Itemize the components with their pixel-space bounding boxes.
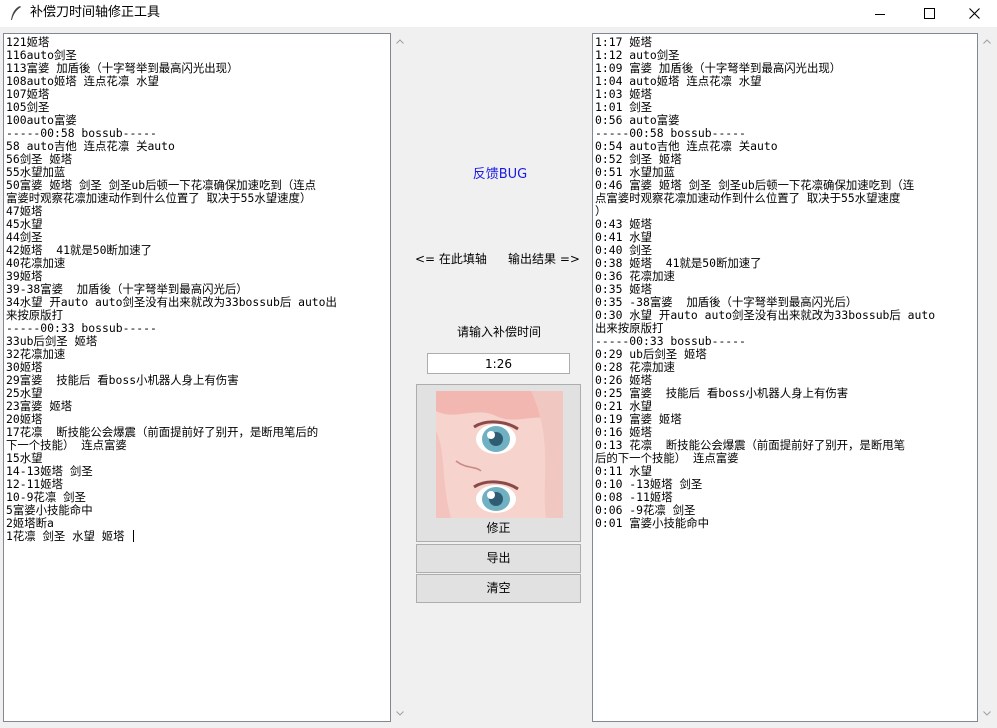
text-line: 0:43 姬塔 — [595, 217, 653, 231]
text-line: 0:28 花凛加速 — [595, 360, 675, 374]
feather-icon — [11, 6, 21, 20]
text-line: 0:19 富婆 姬塔 — [595, 412, 682, 426]
text-line: 0:01 富婆小技能命中 — [595, 516, 710, 530]
avatar — [436, 391, 563, 518]
input-timeline-textarea[interactable]: 121姬塔 116auto剑圣 113富婆 加盾後（十字弩举到最高闪光出现） 108a… — [3, 33, 391, 722]
text-line: 点富婆时观察花凛加速动作到什么位置了 取决于55水望速度 — [595, 191, 901, 205]
text-line: 45水望 — [6, 217, 43, 231]
title-bar: 补偿刀时间轴修正工具 — [0, 0, 997, 27]
chevron-down-icon — [395, 711, 404, 716]
maximize-button[interactable] — [906, 0, 952, 27]
compensation-time-label: 请输入补偿时间 — [456, 325, 541, 339]
scroll-up-button[interactable] — [391, 33, 408, 50]
chevron-down-icon — [982, 711, 991, 716]
text-line: 后的下一个技能） 连点富婆 — [595, 451, 739, 465]
scroll-down-button[interactable] — [391, 705, 408, 722]
clear-button[interactable]: 清空 — [416, 574, 581, 603]
window-title: 补偿刀时间轴修正工具 — [30, 5, 161, 20]
text-line: 107姬塔 — [6, 87, 50, 101]
text-line: 40花凛加速 — [6, 256, 66, 270]
text-line: 0:36 花凛加速 — [595, 269, 675, 283]
fix-button[interactable]: 修正 — [416, 384, 581, 542]
text-line: 23富婆 姬塔 — [6, 399, 73, 413]
text-line: 富婆时观察花凛加速动作到什么位置了 取决于55水望速度） — [6, 191, 312, 205]
text-line: 108auto姬塔 连点花凛 水望 — [6, 74, 159, 88]
text-line: 29富婆 技能后 看boss小机器人身上有伤害 — [6, 373, 239, 387]
text-line: 5富婆小技能命中 — [6, 503, 93, 517]
text-line: 0:41 水望 — [595, 230, 653, 244]
feedback-bug-link[interactable]: 反馈BUG — [420, 168, 580, 182]
scroll-up-button[interactable] — [978, 33, 995, 50]
minimize-button[interactable] — [857, 0, 903, 27]
maximize-icon — [923, 8, 935, 19]
fix-button-label: 修正 — [486, 521, 511, 535]
output-result-hint: 输出结果 => — [508, 252, 580, 266]
fill-timeline-hint: <= 在此填轴 — [415, 252, 487, 266]
chevron-up-icon — [982, 39, 991, 44]
text-line: 14-13姬塔 剑圣 — [6, 464, 93, 478]
scroll-down-button[interactable] — [978, 705, 995, 722]
output-timeline-textarea[interactable]: 1:17 姬塔 1:12 auto剑圣 1:09 富婆 加盾後（十字弩举到最高闪光出… — [592, 33, 978, 722]
right-scrollbar[interactable] — [978, 33, 995, 722]
text-line: 1花凛 剑圣 水望 姬塔 — [6, 530, 390, 543]
text-caret — [133, 530, 135, 542]
text-line: 32花凛加速 — [6, 347, 66, 361]
text-line: 1:04 auto姬塔 连点花凛 水望 — [595, 74, 762, 88]
compensation-time-input[interactable] — [427, 353, 570, 374]
text-line: 34水望 开auto auto剑圣没有出来就改为33bossub后 auto出 — [6, 295, 337, 309]
export-button[interactable]: 导出 — [416, 544, 581, 573]
text-line: 下一个技能） 连点富婆 — [6, 438, 127, 452]
text-line: 0:25 富婆 技能后 看boss小机器人身上有伤害 — [595, 386, 849, 400]
minimize-icon — [875, 13, 885, 15]
text-line: 47姬塔 — [6, 204, 43, 218]
close-icon — [968, 8, 980, 19]
left-scrollbar[interactable] — [391, 33, 408, 722]
text-line: 1:03 姬塔 — [595, 87, 653, 101]
close-button[interactable] — [951, 0, 997, 27]
text-line: ） — [595, 204, 607, 218]
chevron-up-icon — [395, 39, 404, 44]
